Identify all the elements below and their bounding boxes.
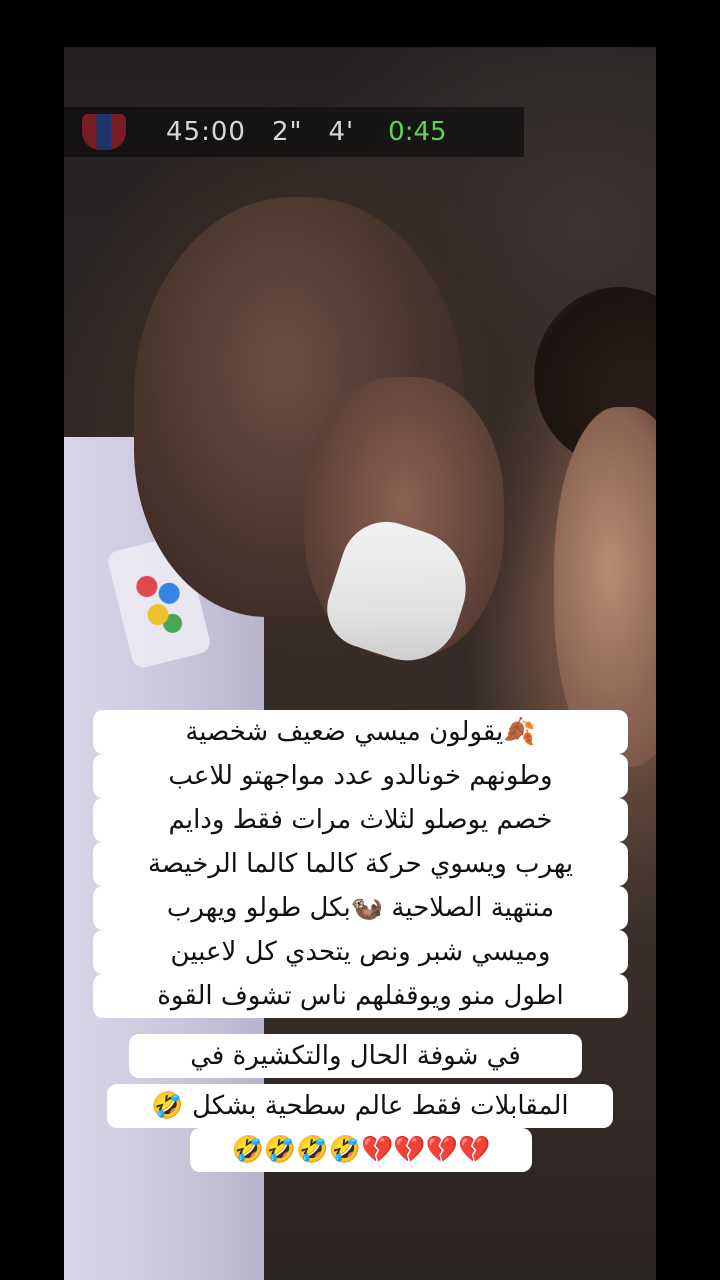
match-clock: 45:00 <box>166 117 246 147</box>
elapsed-time: 0:45 <box>388 117 447 147</box>
caption-line: 💔💔💔💔🤣🤣🤣🤣 <box>190 1128 532 1172</box>
caption-line: في شوفة الحال والتكشيرة في <box>129 1034 582 1078</box>
team-crest-icon <box>82 114 126 150</box>
extra-indicator: 2" <box>271 117 303 147</box>
caption-line: اطول منو ويوقفلهم ناس تشوف القوة <box>93 974 628 1018</box>
caption-line: خصم يوصلو لثلاث مرات فقط ودايم <box>93 798 628 842</box>
caption-line: وطونهم خونالدو عدد مواجهتو للاعب <box>93 754 628 798</box>
caption-line: وميسي شبر ونص يتحدي كل لاعبين <box>93 930 628 974</box>
caption-line: 🍂يقولون ميسي ضعيف شخصية <box>93 710 628 754</box>
scoreboard: 45:00 2" 4' 0:45 <box>64 107 524 157</box>
caption-line: منتهية الصلاحية 🦦بكل طولو ويهرب <box>93 886 628 930</box>
caption-line: المقابلات فقط عالم سطحية بشكل 🤣 <box>107 1084 613 1128</box>
caption-line: يهرب ويسوي حركة كالما كالما الرخيصة <box>93 842 628 886</box>
added-time: 4' <box>328 117 355 147</box>
